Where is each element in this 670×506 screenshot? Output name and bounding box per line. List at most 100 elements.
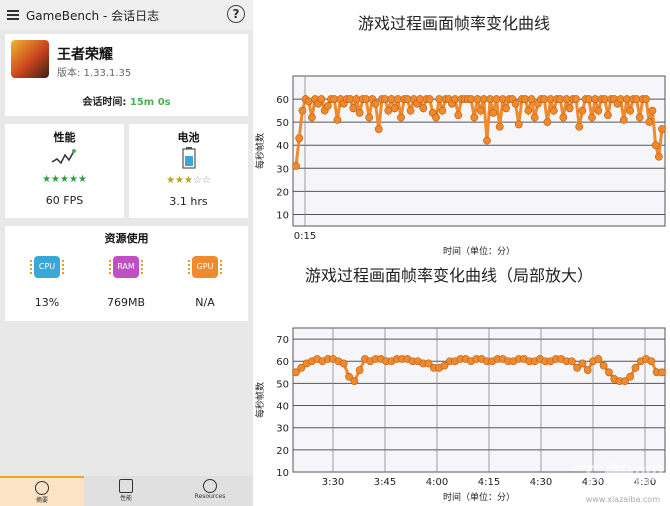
tab-summary[interactable]: 摘要 xyxy=(0,476,84,506)
chart2-x-tick-3: 4:00 xyxy=(426,477,448,488)
tab-resources[interactable]: Resources xyxy=(168,476,252,506)
chart1-point-65 xyxy=(495,122,504,131)
chart1-point-26 xyxy=(371,99,380,108)
resources-card: 资源使用 CPU 13% RAM 769MB GPU N/A xyxy=(5,226,248,321)
chart1-x-axis-label: 时间（单位：分） xyxy=(443,245,515,257)
chart1-point-106 xyxy=(626,106,635,115)
chart1-point-91 xyxy=(578,106,587,115)
chart1-point-1 xyxy=(292,162,300,170)
chart1-point-57 xyxy=(470,113,479,122)
chart2-point-12 xyxy=(350,377,359,386)
chart2-point-70 xyxy=(658,368,666,377)
chart1-point-6 xyxy=(308,113,316,122)
app-title: GameBench - 会话日志 xyxy=(26,9,160,23)
session-label: 会话时间: xyxy=(82,97,127,108)
performance-star-3: ★ xyxy=(60,174,69,185)
chart1-point-96 xyxy=(594,106,603,115)
battery-star-3: ★ xyxy=(184,175,193,186)
battery-title: 电池 xyxy=(177,131,200,144)
cpu-usage[interactable]: CPU 13% xyxy=(17,256,77,309)
chart2-x-axis-label: 时间（单位：分） xyxy=(443,491,515,503)
chart1-point-37 xyxy=(406,106,415,115)
hamburger-menu-icon[interactable] xyxy=(7,10,19,20)
chart2-point-68 xyxy=(647,357,656,366)
chart2-y-tick-60: 60 xyxy=(276,357,289,368)
chart1-point-47 xyxy=(438,106,447,115)
cpu-value: 13% xyxy=(34,296,60,309)
chart2-y-tick-40: 40 xyxy=(276,402,289,413)
chart1-point-116 xyxy=(658,125,666,133)
chart2-x-tick-4: 4:15 xyxy=(478,477,500,488)
tab-performance-label: 性能 xyxy=(119,495,132,502)
gamebench-phone-screen: GameBench - 会话日志 ? 王者荣耀 版本: 1.33.1.35 会话… xyxy=(0,0,253,506)
chart2-point-60 xyxy=(605,368,613,377)
battery-card[interactable]: 电池 ★★★☆☆ 3.1 hrs xyxy=(129,124,248,218)
battery-star-2: ★ xyxy=(175,175,185,186)
chart2-point-10 xyxy=(339,359,348,368)
chart2-point-58 xyxy=(594,355,603,363)
chart1-y-tick-20: 20 xyxy=(276,187,289,198)
session-value: 15m 0s xyxy=(129,97,171,108)
chart2-x-tick-2: 3:45 xyxy=(374,477,396,488)
tab-performance[interactable]: 性能 xyxy=(84,476,168,506)
chart1-point-80 xyxy=(543,118,552,127)
battery-rating: ★★★☆☆ xyxy=(129,175,248,189)
chart1-point-75 xyxy=(527,95,536,103)
chart1-y-tick-40: 40 xyxy=(276,141,289,152)
chart1-point-111 xyxy=(642,95,650,103)
battery-star-5: ☆ xyxy=(201,175,211,186)
chart1-y-tick-10: 10 xyxy=(276,210,289,221)
chart1-point-70 xyxy=(511,99,520,108)
performance-card[interactable]: 性能 ★★★★★ 60 FPS xyxy=(5,124,124,218)
chart1-point-61 xyxy=(483,136,491,145)
chart1-point-113 xyxy=(648,106,657,115)
chart1-point-59 xyxy=(476,106,485,115)
battery-value: 3.1 hrs xyxy=(169,195,208,208)
chart1-title: 游戏过程画面帧率变化曲线 xyxy=(358,14,551,33)
performance-star-2: ★ xyxy=(51,174,61,185)
chart1-point-63 xyxy=(489,109,498,117)
chart1-point-94 xyxy=(588,113,596,122)
ram-usage[interactable]: RAM 769MB xyxy=(96,256,156,309)
chart1-point-99 xyxy=(603,111,612,120)
game-icon xyxy=(11,40,49,78)
chart2-point-13 xyxy=(355,366,364,374)
chart2-y-tick-20: 20 xyxy=(276,446,289,457)
chart2-point-55 xyxy=(578,359,587,368)
battery-icon xyxy=(181,147,196,169)
chart1-point-90 xyxy=(575,122,584,131)
battery-star-1: ★ xyxy=(166,175,176,186)
chart2-x-tick-5: 4:30 xyxy=(530,477,552,488)
chart1-point-87 xyxy=(565,104,574,113)
performance-star-1: ★ xyxy=(42,174,52,185)
bottom-tab-bar: 摘要 性能 Resources xyxy=(0,476,253,506)
chart1-point-45 xyxy=(432,113,440,122)
game-name: 王者荣耀 xyxy=(57,47,113,63)
performance-value: 60 FPS xyxy=(45,194,84,207)
summary-icon xyxy=(35,481,49,495)
chart2-x-tick-1: 3:30 xyxy=(322,477,344,488)
chart1-point-19 xyxy=(349,104,358,113)
chart1-point-67 xyxy=(502,104,510,113)
tab-summary-label: 摘要 xyxy=(35,497,48,504)
chart2-title: 游戏过程画面帧率变化曲线（局部放大） xyxy=(305,266,594,285)
resources-title: 资源使用 xyxy=(104,232,149,245)
performance-rating: ★★★★★ xyxy=(5,174,124,188)
session-time: 会话时间: 15m 0s xyxy=(5,93,248,108)
chart2-plot-area xyxy=(292,327,666,473)
chart2-y-axis-label: 每秒帧数 xyxy=(254,382,266,418)
chart1-point-76 xyxy=(530,113,539,122)
chart1-point-89 xyxy=(572,95,580,103)
chart2-point-56 xyxy=(583,366,592,374)
chart1-point-109 xyxy=(635,113,644,122)
chart1-point-27 xyxy=(374,125,383,133)
chart1-point-3 xyxy=(298,106,307,115)
watermark-url: www.xiazaiba.com xyxy=(585,495,660,504)
performance-star-4: ★ xyxy=(68,174,78,185)
help-icon[interactable]: ? xyxy=(227,5,245,23)
game-info-card: 王者荣耀 版本: 1.33.1.35 会话时间: 15m 0s xyxy=(5,34,248,116)
gpu-usage[interactable]: GPU N/A xyxy=(175,256,235,309)
fps-trend-icon xyxy=(51,149,76,165)
fps-charts-panel: 游戏过程画面帧率变化曲线 10 20 30 40 50 60 每秒帧数 时间（单位：分） 0:1… xyxy=(253,0,670,506)
chart1-point-114 xyxy=(651,141,660,150)
